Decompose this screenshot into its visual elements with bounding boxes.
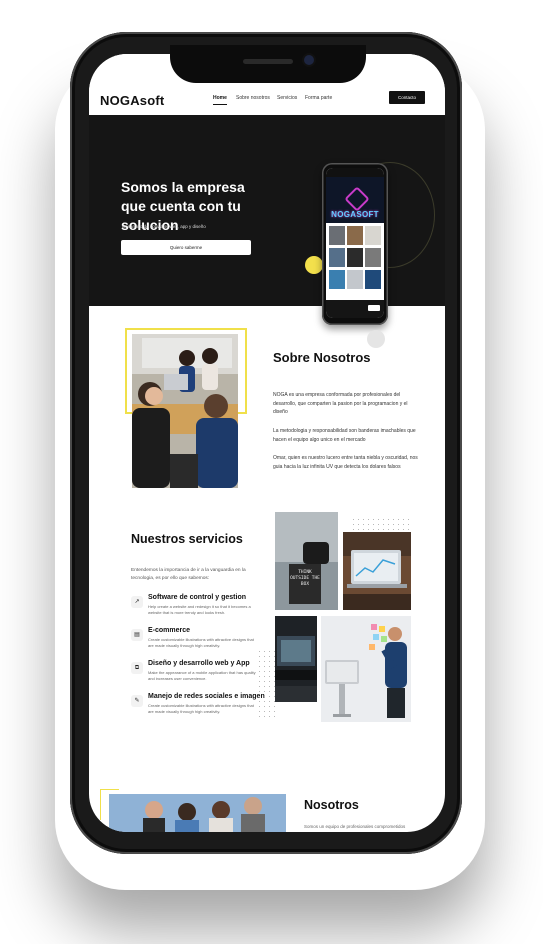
speaker-grille	[243, 59, 293, 64]
service-name: Software de control y gestion	[148, 594, 247, 601]
services-intro: Entendemos la importancia de ir a la van…	[131, 568, 246, 581]
hero-yellow-dot	[305, 256, 323, 274]
laptop-analytics-photo	[343, 532, 411, 610]
nosotros-title: Nosotros	[304, 798, 359, 812]
mockup-photo	[329, 226, 345, 245]
nosotros-text: Somos un equipo de profesionales comprom…	[304, 824, 406, 829]
mockup-screen: NOGASOFT	[326, 168, 384, 318]
clipboard-icon: ▤	[131, 629, 143, 641]
dark-laptop-illustration	[275, 616, 317, 702]
sign-illustration	[275, 512, 338, 610]
about-paragraph: La metodologia y responsabilidad son ban…	[273, 428, 416, 443]
phone-screen[interactable]: NOGAsoft Home Sobre nosotros Servicios F…	[89, 54, 445, 832]
nav-active-indicator	[213, 104, 227, 105]
hero-phone-mockup: NOGASOFT	[322, 163, 388, 325]
chat-icon: ✎	[131, 695, 143, 707]
mockup-banner: NOGASOFT	[326, 177, 384, 223]
mockup-photo	[347, 226, 363, 245]
phone-notch	[170, 45, 366, 83]
mockup-photo	[329, 248, 345, 267]
nav-link-home[interactable]: Home	[213, 95, 227, 101]
camera-icon	[304, 55, 314, 65]
about-title: Sobre Nosotros	[273, 350, 371, 365]
presenter-illustration	[321, 616, 411, 722]
sign-text: THINK OUTSIDE THE BOX	[290, 570, 320, 587]
nav-link-sobre-nosotros[interactable]: Sobre nosotros	[236, 95, 270, 101]
service-description: Make the appearance of a mobile applicat…	[148, 670, 256, 681]
mockup-photo	[365, 270, 381, 289]
hero-subtitle: Desarrollo de software, web, app y diseñ…	[122, 224, 206, 229]
services-title: Nuestros servicios	[131, 532, 243, 546]
dark-laptop-photo	[275, 616, 317, 702]
service-name: Diseño y desarrollo web y App	[148, 660, 250, 667]
decorative-grey-dot	[367, 330, 385, 348]
mockup-logo-icon	[344, 186, 370, 212]
mockup-photo	[365, 248, 381, 267]
team-photo	[109, 794, 286, 832]
presenter-photo	[321, 616, 411, 722]
mockup-header	[326, 168, 384, 177]
service-description: Create customizable illustrations with a…	[148, 637, 254, 648]
about-team-photo	[132, 334, 238, 488]
laptop-illustration	[343, 532, 411, 610]
service-description: Create customizable illustrations with a…	[148, 703, 254, 714]
mockup-photo	[329, 270, 345, 289]
nav-link-servicios[interactable]: Servicios	[277, 95, 297, 101]
decorative-dot-pattern	[351, 517, 411, 533]
mockup-photo	[365, 226, 381, 245]
mockup-photo	[347, 248, 363, 267]
devices-icon: ⧉	[131, 662, 143, 674]
about-paragraph: NOGA es una empresa conformada por profe…	[273, 392, 408, 415]
site-logo[interactable]: NOGAsoft	[100, 93, 164, 108]
mockup-footer-button	[368, 305, 380, 311]
hero-cta-button[interactable]: Quiero saberme	[121, 240, 251, 255]
mockup-photo	[347, 270, 363, 289]
team-illustration	[109, 794, 286, 832]
about-paragraph: Omar, quien es nuestro lucero entre tant…	[273, 455, 418, 470]
nav-link-forma-parte[interactable]: Forma parte	[305, 95, 332, 101]
service-name: E-commerce	[148, 627, 191, 634]
office-team-illustration	[132, 334, 238, 488]
mockup-logo-text: NOGASOFT	[331, 210, 379, 219]
service-name: Manejo de redes sociales e imagen	[148, 693, 265, 700]
service-description: Help create a website and redesign it so…	[148, 604, 251, 615]
chart-icon: ↗	[131, 596, 143, 608]
think-outside-box-photo: THINK OUTSIDE THE BOX	[275, 512, 338, 610]
contact-button[interactable]: Contacto	[389, 91, 425, 104]
